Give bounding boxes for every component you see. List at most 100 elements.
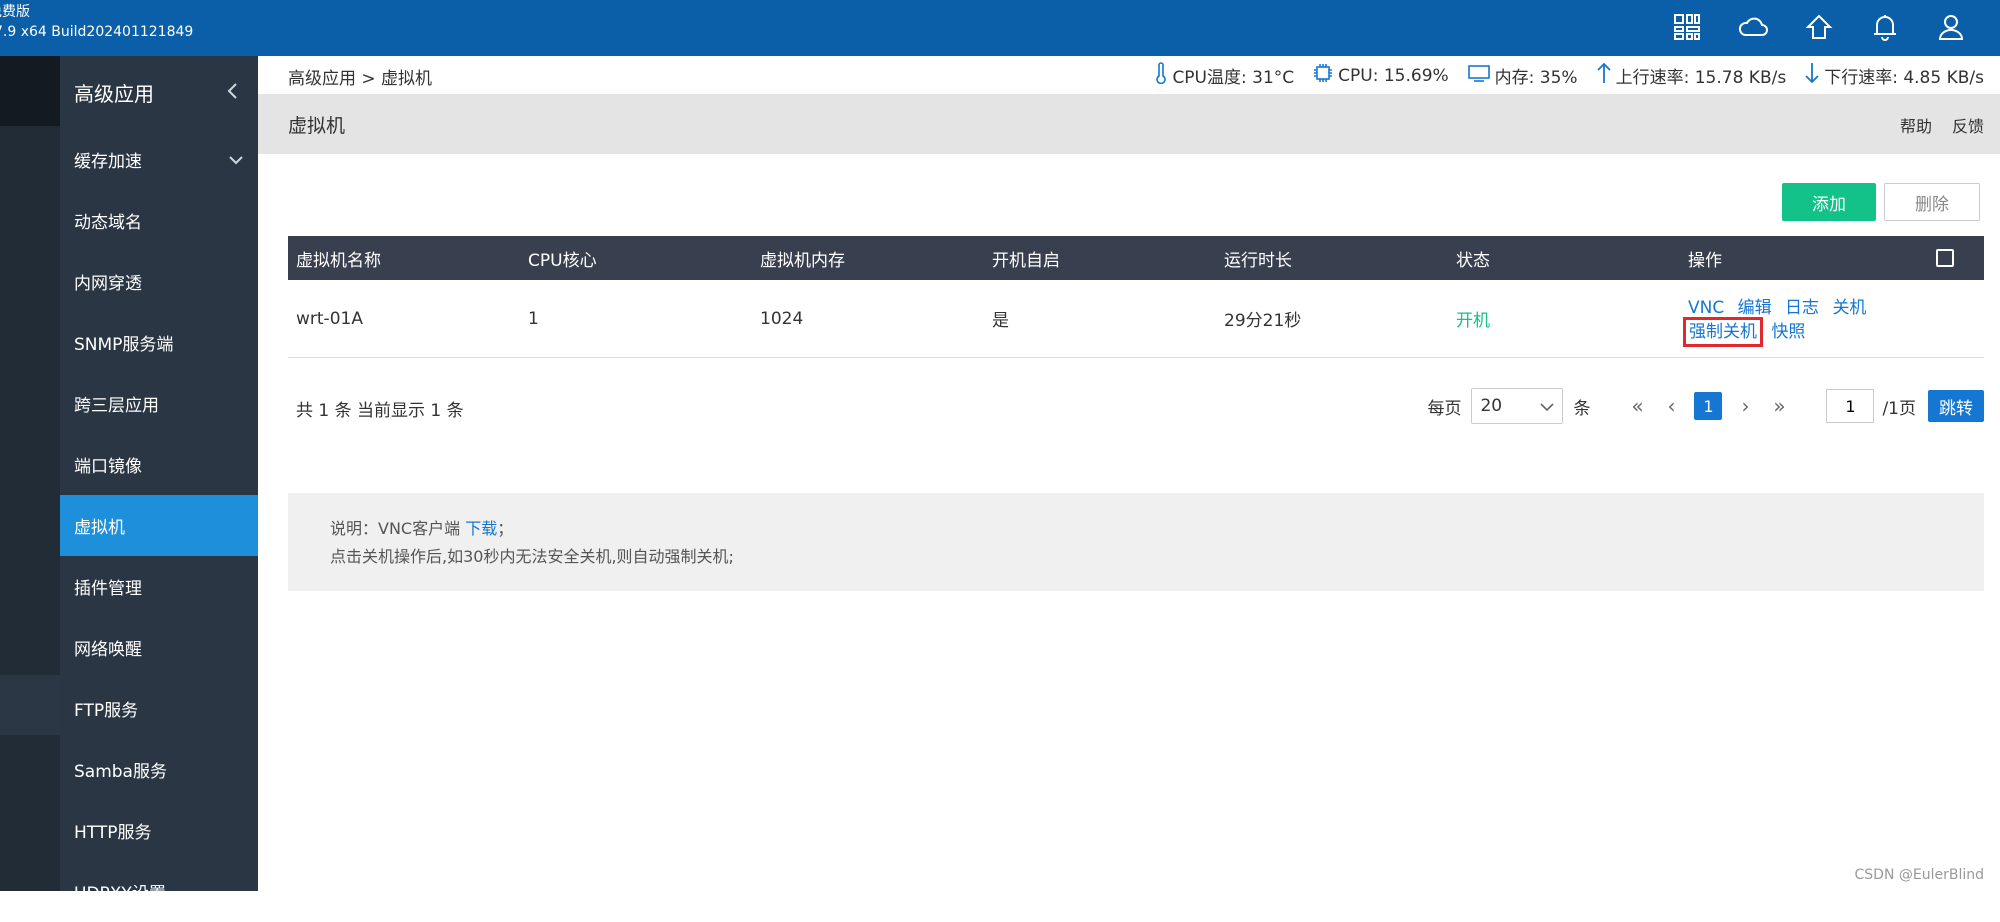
rail-highlight xyxy=(0,56,60,126)
sidebar-item-vm[interactable]: 虚拟机 xyxy=(60,495,258,556)
sidebar-item-ftp[interactable]: FTP服务 xyxy=(60,678,258,739)
log-link[interactable]: 日志 xyxy=(1785,298,1819,318)
total-count: 共 1 条 当前显示 1 条 xyxy=(296,401,464,421)
sidebar-title: 高级应用 xyxy=(74,82,154,106)
memory-value: 内存: 35% xyxy=(1494,68,1578,88)
note-prefix: 说明：VNC客户端 xyxy=(330,519,466,538)
vm-uptime: 29分21秒 xyxy=(1224,311,1302,331)
main-content: 高级应用 > 虚拟机 CPU温度: 31°C CPU: 15.69% 内存: 3… xyxy=(258,56,2000,891)
shutdown-link[interactable]: 关机 xyxy=(1832,298,1866,318)
vm-memory: 1024 xyxy=(760,308,804,329)
header-state: 状态 xyxy=(1456,250,1490,271)
sidebar-item-label: 端口镜像 xyxy=(74,457,142,477)
edition-label: 免费版 xyxy=(0,4,30,20)
note-suffix: ； xyxy=(497,519,514,538)
build-label: 7.9 x64 Build202401121849 xyxy=(0,24,194,40)
left-rail xyxy=(0,56,60,891)
snapshot-link[interactable]: 快照 xyxy=(1771,322,1805,342)
sidebar: 高级应用 缓存加速 动态域名 内网穿透 SNMP服务端 跨三层应用 端口镜像 虚… xyxy=(60,56,258,904)
sidebar-item-nat-traversal[interactable]: 内网穿透 xyxy=(60,251,258,312)
header-memory: 虚拟机内存 xyxy=(760,250,845,271)
top-icons xyxy=(1668,8,1970,46)
per-page-unit: 条 xyxy=(1573,398,1591,419)
page-count: /1页 xyxy=(1882,398,1916,419)
chevron-down-icon xyxy=(1540,396,1555,416)
bell-icon[interactable] xyxy=(1866,8,1904,46)
cloud-icon[interactable] xyxy=(1734,8,1772,46)
monitor-icon xyxy=(1467,63,1491,88)
pager-controls: 每页 20 条 « ‹ 1 › » /1页 跳转 xyxy=(1417,386,1984,426)
note-line-1: 说明：VNC客户端 下载； xyxy=(330,515,1942,543)
sidebar-item-label: FTP服务 xyxy=(74,701,139,721)
vm-cpu: 1 xyxy=(528,308,539,329)
breadcrumb: 高级应用 > 虚拟机 xyxy=(288,69,433,89)
cpu-stat: CPU: 15.69% xyxy=(1312,62,1449,89)
sidebar-item-samba[interactable]: Samba服务 xyxy=(60,739,258,800)
vm-name: wrt-01A xyxy=(296,308,363,329)
sidebar-item-cache[interactable]: 缓存加速 xyxy=(60,129,258,190)
sidebar-header[interactable]: 高级应用 xyxy=(60,56,258,129)
last-page-icon[interactable]: » xyxy=(1765,390,1793,422)
per-page-select[interactable]: 20 xyxy=(1471,388,1564,424)
sidebar-item-snmp[interactable]: SNMP服务端 xyxy=(60,312,258,373)
select-all-checkbox[interactable] xyxy=(1936,249,1954,267)
sidebar-item-udpxy[interactable]: UDPXY设置 xyxy=(60,861,258,922)
sidebar-item-ddns[interactable]: 动态域名 xyxy=(60,190,258,251)
vnc-link[interactable]: VNC xyxy=(1688,298,1724,318)
vnc-download-link[interactable]: 下载 xyxy=(465,519,497,538)
add-button[interactable]: 添加 xyxy=(1782,183,1876,221)
vm-table: 虚拟机名称 CPU核心 虚拟机内存 开机自启 运行时长 状态 操作 wrt-01… xyxy=(288,236,1984,358)
apps-icon[interactable] xyxy=(1668,8,1706,46)
table-header: 虚拟机名称 CPU核心 虚拟机内存 开机自启 运行时长 状态 操作 xyxy=(288,236,1984,280)
arrow-up-icon xyxy=(1596,62,1612,89)
top-bar: 免费版 7.9 x64 Build202401121849 xyxy=(0,0,2000,56)
per-page-value: 20 xyxy=(1480,396,1503,416)
sidebar-item-label: 缓存加速 xyxy=(74,152,142,172)
home-icon[interactable] xyxy=(1800,8,1838,46)
sidebar-item-port-mirror[interactable]: 端口镜像 xyxy=(60,434,258,495)
sidebar-item-label: 插件管理 xyxy=(74,579,142,599)
header-uptime: 运行时长 xyxy=(1224,250,1292,271)
rail-highlight-2 xyxy=(0,675,60,735)
table-row: wrt-01A 1 1024 是 29分21秒 开机 VNC 编辑 日志 关机 … xyxy=(288,280,1984,358)
header-autostart: 开机自启 xyxy=(992,250,1060,271)
help-link[interactable]: 帮助 xyxy=(1900,113,1932,137)
sidebar-item-label: 动态域名 xyxy=(74,213,142,233)
upload-value: 上行速率: 15.78 KB/s xyxy=(1615,68,1787,88)
sidebar-item-label: 网络唤醒 xyxy=(74,640,142,660)
chevron-down-icon xyxy=(228,150,244,170)
page-title: 虚拟机 xyxy=(288,115,346,137)
feedback-link[interactable]: 反馈 xyxy=(1952,113,1984,137)
version-info: 免费版 7.9 x64 Build202401121849 xyxy=(0,2,193,42)
collapse-icon[interactable] xyxy=(226,81,238,105)
sidebar-item-layer3[interactable]: 跨三层应用 xyxy=(60,373,258,434)
jump-button[interactable]: 跳转 xyxy=(1928,390,1984,422)
next-page-icon[interactable]: › xyxy=(1731,390,1759,422)
system-stats: CPU温度: 31°C CPU: 15.69% 内存: 35% 上行速率: 15… xyxy=(1154,62,1984,89)
header-links: 帮助 反馈 xyxy=(1900,113,1984,137)
sidebar-item-label: SNMP服务端 xyxy=(74,335,174,355)
cpu-temp-value: CPU温度: 31°C xyxy=(1172,68,1295,88)
sidebar-item-plugins[interactable]: 插件管理 xyxy=(60,556,258,617)
page-jump-input[interactable] xyxy=(1826,389,1875,423)
force-shutdown-link[interactable]: 强制关机 xyxy=(1683,317,1763,347)
sidebar-item-wol[interactable]: 网络唤醒 xyxy=(60,617,258,678)
chip-icon xyxy=(1312,62,1334,89)
delete-button[interactable]: 删除 xyxy=(1884,183,1980,221)
cpu-temp-stat: CPU温度: 31°C xyxy=(1154,62,1294,89)
edit-link[interactable]: 编辑 xyxy=(1738,298,1772,318)
first-page-icon[interactable]: « xyxy=(1623,390,1651,422)
sidebar-item-label: 内网穿透 xyxy=(74,274,142,294)
memory-stat: 内存: 35% xyxy=(1467,63,1578,88)
user-icon[interactable] xyxy=(1932,8,1970,46)
prev-page-icon[interactable]: ‹ xyxy=(1657,390,1685,422)
sidebar-item-label: UDPXY设置 xyxy=(74,884,166,904)
thermometer-icon xyxy=(1154,62,1168,89)
arrow-down-icon xyxy=(1804,62,1820,89)
sidebar-item-label: Samba服务 xyxy=(74,762,167,782)
cpu-value: CPU: 15.69% xyxy=(1338,65,1449,86)
current-page[interactable]: 1 xyxy=(1694,392,1723,420)
sidebar-item-http[interactable]: HTTP服务 xyxy=(60,800,258,861)
status-bar: 高级应用 > 虚拟机 CPU温度: 31°C CPU: 15.69% 内存: 3… xyxy=(258,56,2000,94)
per-page-label: 每页 xyxy=(1427,398,1462,419)
